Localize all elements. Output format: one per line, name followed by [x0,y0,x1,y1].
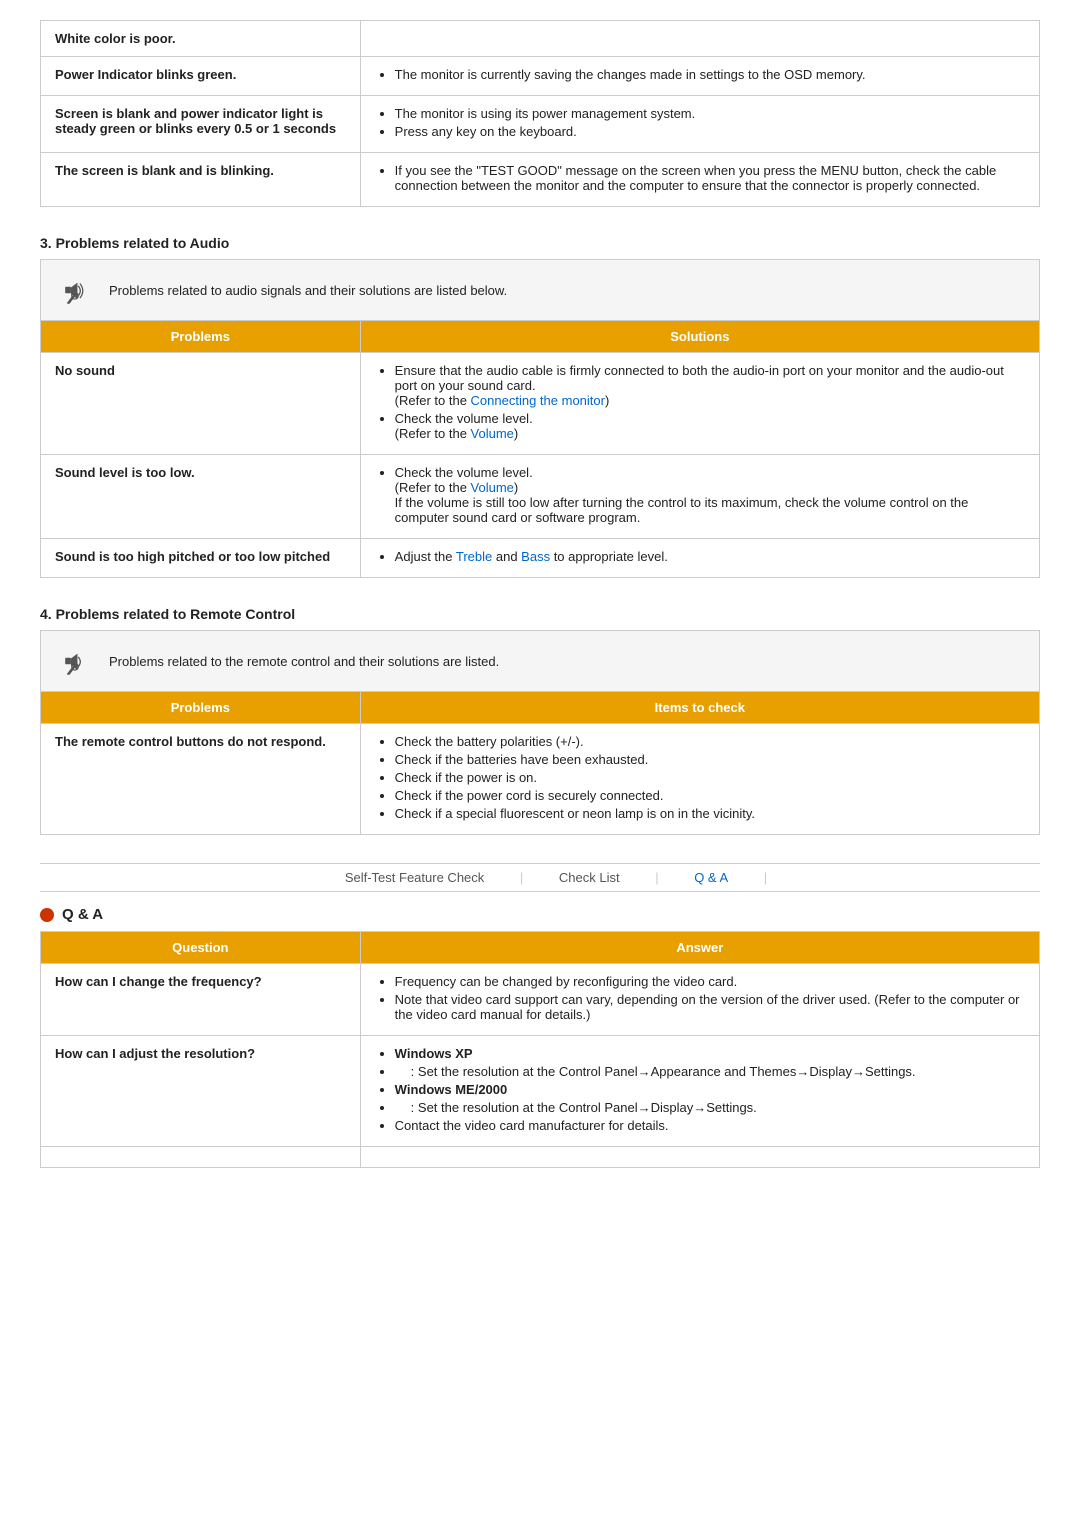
remote-desc-text: Problems related to the remote control a… [109,654,499,669]
qa-question-cell: How can I change the frequency? [41,964,361,1036]
screen-solution-cell: The monitor is using its power managemen… [360,96,1039,153]
audio-section-heading: 3. Problems related to Audio [40,235,1040,251]
qa-table: Question Answer How can I change the fre… [40,931,1040,1168]
navigation-bar: Self-Test Feature Check | Check List | Q… [40,863,1040,892]
audio-icon-desc-row: Problems related to audio signals and th… [40,259,1040,320]
nav-qa[interactable]: Q & A [678,870,744,885]
remote-icon-desc-row: Problems related to the remote control a… [40,630,1040,691]
screen-solution-cell: If you see the "TEST GOOD" message on th… [360,153,1039,207]
screen-solution-cell: The monitor is currently saving the chan… [360,57,1039,96]
remote-item-cell: Check the battery polarities (+/-).Check… [360,724,1039,835]
audio-solution-cell: Ensure that the audio cable is firmly co… [360,353,1039,455]
audio-icon [53,268,97,312]
audio-problem-cell: Sound level is too low. [41,455,361,539]
remote-problems-table: Problems Items to check The remote contr… [40,691,1040,835]
remote-col-problems: Problems [41,692,361,724]
qa-question-cell [41,1147,361,1168]
qa-header: Q & A [40,906,1040,923]
qa-dot-icon [40,908,54,922]
remote-problem-cell: The remote control buttons do not respon… [41,724,361,835]
qa-col-question: Question [41,932,361,964]
qa-question-cell: How can I adjust the resolution? [41,1036,361,1147]
screen-problem-cell: Screen is blank and power indicator ligh… [41,96,361,153]
audio-problem-cell: Sound is too high pitched or too low pit… [41,539,361,578]
screen-problem-cell: Power Indicator blinks green. [41,57,361,96]
remote-icon [53,639,97,683]
qa-answer-cell: Windows XP: Set the resolution at the Co… [360,1036,1039,1147]
audio-col-solutions: Solutions [360,321,1039,353]
audio-solution-cell: Adjust the Treble and Bass to appropriat… [360,539,1039,578]
audio-desc-text: Problems related to audio signals and th… [109,283,507,298]
nav-self-test[interactable]: Self-Test Feature Check [329,870,500,885]
screen-solution-cell [360,21,1039,57]
qa-answer-cell: Frequency can be changed by reconfigurin… [360,964,1039,1036]
screen-problems-table: White color is poor.Power Indicator blin… [40,20,1040,207]
screen-problem-cell: The screen is blank and is blinking. [41,153,361,207]
remote-col-check: Items to check [360,692,1039,724]
nav-check-list[interactable]: Check List [543,870,636,885]
remote-section-heading: 4. Problems related to Remote Control [40,606,1040,622]
screen-problem-cell: White color is poor. [41,21,361,57]
audio-solution-cell: Check the volume level.(Refer to the Vol… [360,455,1039,539]
qa-title: Q & A [62,906,103,923]
audio-col-problems: Problems [41,321,361,353]
qa-col-answer: Answer [360,932,1039,964]
audio-problem-cell: No sound [41,353,361,455]
audio-problems-table: Problems Solutions No soundEnsure that t… [40,320,1040,578]
qa-answer-cell [360,1147,1039,1168]
